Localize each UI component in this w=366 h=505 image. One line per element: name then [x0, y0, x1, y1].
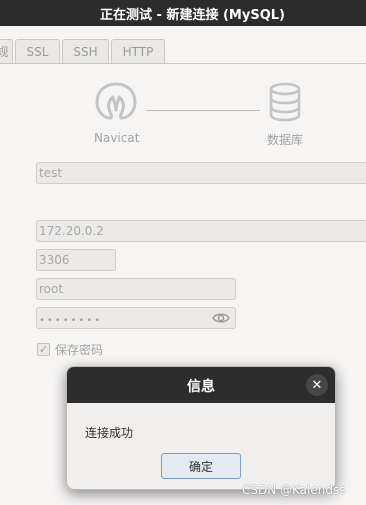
save-password-checkbox[interactable]: ✓: [37, 343, 50, 356]
show-password-eye-icon[interactable]: [212, 311, 230, 325]
info-dialog: 信息 ✕ 连接成功 确定: [66, 366, 336, 490]
tab-ssl[interactable]: SSL: [15, 39, 60, 63]
dialog-message: 连接成功: [85, 426, 134, 440]
dialog-title: 信息: [187, 379, 215, 395]
tab-http[interactable]: HTTP: [111, 39, 165, 63]
save-password-row[interactable]: ✓ 保存密码: [37, 341, 103, 358]
dialog-header: 信息 ✕: [67, 367, 335, 403]
host-input[interactable]: 172.20.0.2: [36, 220, 366, 242]
password-value: ••••••••: [39, 315, 103, 326]
connection-line: [146, 110, 260, 111]
close-icon[interactable]: ✕: [306, 374, 328, 396]
tab-divider: [0, 63, 366, 64]
connection-name-input[interactable]: test: [36, 162, 366, 184]
database-icon: [269, 82, 301, 122]
navicat-logo-icon: [95, 82, 137, 120]
window-title: 正在测试 - 新建连接 (MySQL): [100, 8, 285, 23]
tab-ssh[interactable]: SSH: [62, 39, 109, 63]
ok-button[interactable]: 确定: [161, 453, 241, 479]
save-password-label: 保存密码: [55, 343, 104, 357]
navicat-label: Navicat: [94, 131, 140, 145]
watermark: CSDN @Kalendss: [242, 483, 346, 497]
username-input[interactable]: root: [36, 278, 236, 300]
port-input[interactable]: 3306: [36, 249, 116, 271]
tab-general[interactable]: 规: [0, 39, 13, 63]
window-titlebar: 正在测试 - 新建连接 (MySQL): [0, 0, 366, 26]
check-mark-icon: ✓: [38, 343, 49, 356]
database-label: 数据库: [267, 133, 304, 147]
password-input[interactable]: ••••••••: [36, 307, 236, 329]
